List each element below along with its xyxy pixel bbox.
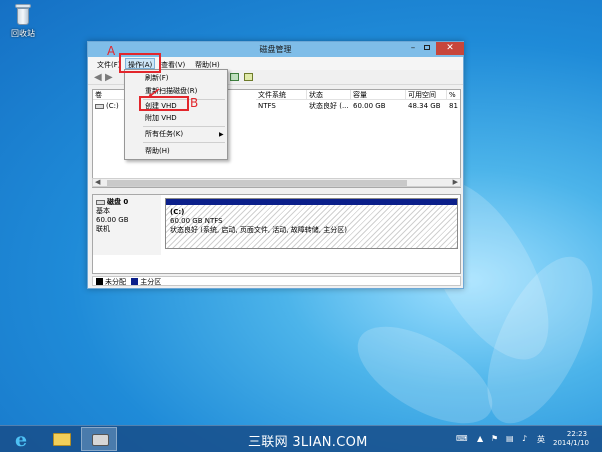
network-icon[interactable]: ▤ xyxy=(506,434,514,443)
speaker-icon[interactable]: ♪ xyxy=(522,434,527,443)
legend-swatch-unallocated xyxy=(96,278,103,285)
disk-graphical-view: 磁盘 0 基本 60.00 GB 联机 (C:) 60.00 GB NTFS 状… xyxy=(92,194,461,274)
forward-arrow-icon[interactable]: ▶ xyxy=(105,72,113,83)
minimize-button[interactable]: – xyxy=(406,42,420,55)
back-arrow-icon[interactable]: ◀ xyxy=(94,72,102,83)
site-watermark: 三联网 3LIAN.COM xyxy=(248,435,368,450)
legend: 未分配 主分区 xyxy=(92,276,461,286)
taskbar-disk-management[interactable] xyxy=(81,427,117,451)
legend-primary: 主分区 xyxy=(140,278,162,286)
annotation-arrow-icon xyxy=(148,88,160,98)
taskbar-explorer[interactable] xyxy=(44,427,80,451)
maximize-button[interactable] xyxy=(420,42,434,55)
menu-item-help[interactable]: 帮助(H) xyxy=(145,147,170,156)
row-percent: 81 xyxy=(449,102,458,110)
partition-status: 状态良好 (系统, 启动, 页面文件, 活动, 故障转储, 主分区) xyxy=(170,226,347,234)
clock-date: 2014/1/10 xyxy=(553,439,589,447)
row-filesystem: NTFS xyxy=(258,102,276,110)
menu-separator xyxy=(143,126,225,127)
col-header-free-space[interactable]: 可用空间 xyxy=(406,90,447,100)
printer-icon xyxy=(92,434,109,446)
disk-info[interactable]: 磁盘 0 基本 60.00 GB 联机 xyxy=(93,195,161,255)
ime-indicator[interactable]: 英 xyxy=(537,434,545,445)
keyboard-icon[interactable]: ⌨ xyxy=(456,434,468,443)
row-free-space: 48.34 GB xyxy=(408,102,441,110)
menu-item-refresh[interactable]: 刷新(F) xyxy=(145,74,169,83)
col-header-status[interactable]: 状态 xyxy=(307,90,351,100)
partition-c[interactable]: (C:) 60.00 GB NTFS 状态良好 (系统, 启动, 页面文件, 活… xyxy=(165,198,458,249)
legend-swatch-primary xyxy=(131,278,139,285)
disk-size: 60.00 GB xyxy=(96,216,129,224)
disk-icon xyxy=(96,199,105,205)
clock-time: 22:23 xyxy=(566,430,588,438)
ie-icon: e xyxy=(15,429,28,451)
annotation-b: B xyxy=(190,96,199,110)
horizontal-scrollbar[interactable]: ◀ ▶ xyxy=(92,178,461,187)
row-capacity: 60.00 GB xyxy=(353,102,386,110)
menu-item-attach-vhd[interactable]: 附加 VHD xyxy=(145,114,177,123)
disk-type: 基本 xyxy=(96,207,110,215)
flag-icon[interactable]: ⚑ xyxy=(491,434,498,443)
row-status: 状态良好 (... xyxy=(309,102,349,110)
submenu-arrow-icon: ▶ xyxy=(219,131,224,138)
legend-unallocated: 未分配 xyxy=(105,278,126,286)
scroll-left-icon[interactable]: ◀ xyxy=(95,178,100,186)
partition-size-fs: 60.00 GB NTFS xyxy=(170,217,223,225)
scroll-right-icon[interactable]: ▶ xyxy=(453,178,458,186)
taskbar: e 三联网 3LIAN.COM ⌨ ▲ ⚑ ▤ ♪ 英 22:23 2014/1… xyxy=(0,425,602,452)
taskbar-ie[interactable]: e xyxy=(5,427,41,451)
drive-icon xyxy=(95,103,104,109)
menu-file[interactable]: 文件(F) xyxy=(97,60,121,70)
folder-icon xyxy=(53,433,71,446)
annotation-box-a xyxy=(119,53,161,73)
scrollbar-thumb[interactable] xyxy=(107,180,407,186)
action-dropdown-menu: 刷新(F) 重新扫描磁盘(R) 创建 VHD 附加 VHD 所有任务(K) ▶ … xyxy=(124,69,228,160)
recycle-bin-icon xyxy=(14,4,32,26)
recycle-bin-label: 回收站 xyxy=(11,29,35,38)
expand-tray-icon[interactable]: ▲ xyxy=(477,434,483,443)
annotation-a: A xyxy=(107,44,116,58)
properties-icon[interactable] xyxy=(244,73,253,81)
disk-state: 联机 xyxy=(96,225,110,233)
recycle-bin[interactable]: 回收站 xyxy=(6,4,40,39)
col-header-percent[interactable]: % xyxy=(447,90,460,100)
disk-name: 磁盘 0 xyxy=(107,198,129,206)
close-button[interactable]: ✕ xyxy=(436,42,464,55)
partition-name: (C:) xyxy=(170,208,185,216)
clock[interactable]: 22:23 2014/1/10 xyxy=(553,430,601,448)
menu-separator xyxy=(143,142,225,143)
col-header-capacity[interactable]: 容量 xyxy=(351,90,406,100)
menu-item-all-tasks[interactable]: 所有任务(K) xyxy=(145,130,183,139)
row-volume: (C:) xyxy=(106,102,119,110)
disk-list-icon[interactable] xyxy=(230,73,239,81)
col-header-filesystem[interactable]: 文件系统 xyxy=(256,90,307,100)
